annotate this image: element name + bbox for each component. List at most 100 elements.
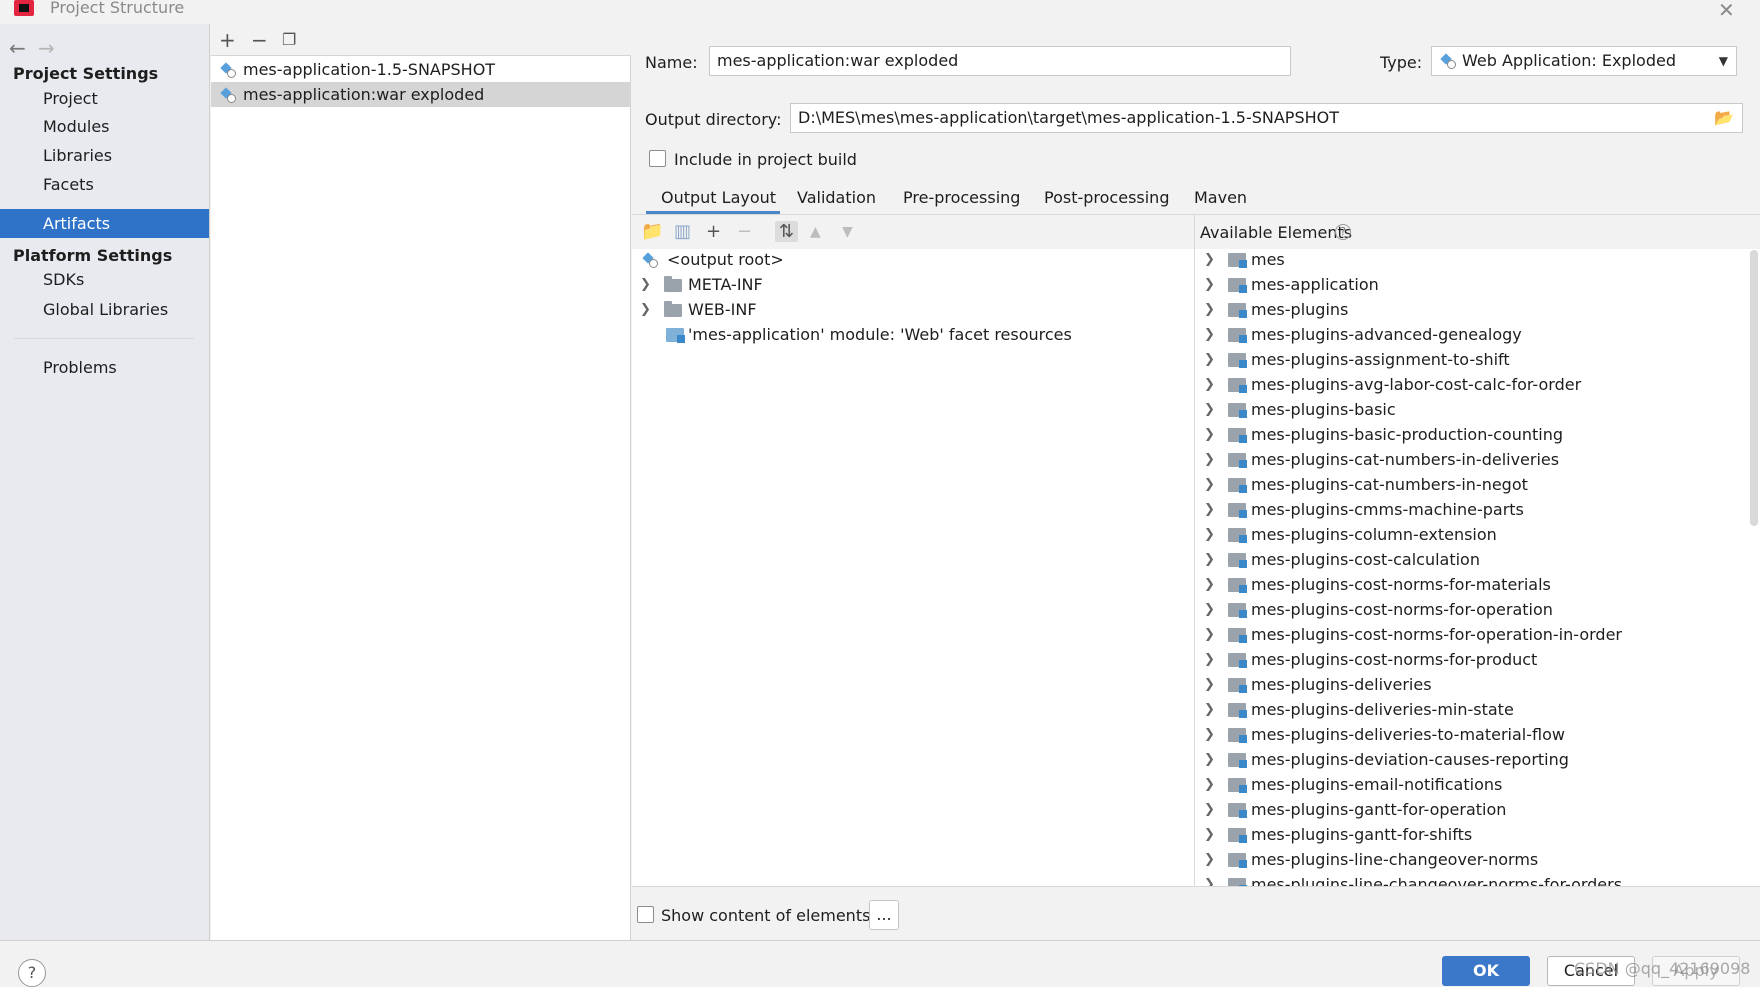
ok-button[interactable]: OK [1442,956,1530,986]
tab-pre-processing[interactable]: Pre-processing [903,188,1020,207]
artifact-item-selected[interactable]: mes-application:war exploded [211,82,631,107]
add-icon[interactable]: + [219,28,236,52]
tab-maven[interactable]: Maven [1194,188,1247,207]
chevron-right-icon[interactable]: ❯ [1204,622,1215,647]
chevron-right-icon[interactable]: ❯ [1204,672,1215,697]
chevron-right-icon[interactable]: ❯ [1204,372,1215,397]
chevron-right-icon[interactable]: ❯ [1204,447,1215,472]
chevron-right-icon[interactable]: ❯ [1204,497,1215,522]
chevron-right-icon[interactable]: ❯ [640,272,651,297]
chevron-right-icon[interactable]: ❯ [640,297,651,322]
tree-row-output-root[interactable]: <output root> [640,247,784,272]
chevron-right-icon[interactable]: ❯ [1204,422,1215,447]
available-element-row[interactable]: ❯ mes-plugins-cat-numbers-in-deliveries [1195,447,1745,472]
chevron-right-icon[interactable]: ❯ [1204,847,1215,872]
available-element-row[interactable]: ❯ mes-plugins-basic [1195,397,1745,422]
tree-row-facet-resources[interactable]: 'mes-application' module: 'Web' facet re… [640,322,1072,347]
nav-item-sdks[interactable]: SDKs [0,265,209,294]
available-element-row[interactable]: ❯ mes-plugins [1195,297,1745,322]
show-content-checkbox[interactable] [637,906,654,923]
nav-item-global-libraries[interactable]: Global Libraries [0,295,209,324]
remove-element-icon[interactable]: − [737,221,752,242]
tree-row-web-inf[interactable]: ❯ WEB-INF [640,297,757,322]
name-input[interactable]: mes-application:war exploded [709,46,1291,76]
chevron-right-icon[interactable]: ❯ [1204,572,1215,597]
move-down-icon[interactable]: ▼ [842,224,853,240]
help-icon[interactable]: ? [1335,224,1351,240]
help-button[interactable]: ? [18,959,46,987]
available-element-row[interactable]: ❯ mes-plugins-email-notifications [1195,772,1745,797]
tab-output-layout[interactable]: Output Layout [661,188,776,207]
chevron-right-icon[interactable]: ❯ [1204,697,1215,722]
available-element-row[interactable]: ❯ mes-plugins-cost-norms-for-product [1195,647,1745,672]
available-element-row[interactable]: ❯ mes-plugins-cost-norms-for-operation-in… [1195,622,1745,647]
chevron-right-icon[interactable]: ❯ [1204,647,1215,672]
nav-item-project[interactable]: Project [0,84,209,113]
chevron-right-icon[interactable]: ❯ [1204,722,1215,747]
available-element-row[interactable]: ❯ mes-plugins-assignment-to-shift [1195,347,1745,372]
available-element-label: mes-plugins-deviation-causes-reporting [1251,750,1569,769]
available-element-label: mes-plugins-column-extension [1251,525,1497,544]
available-element-row[interactable]: ❯ mes-plugins-deliveries-to-material-flow [1195,722,1745,747]
available-element-row[interactable]: ❯ mes-plugins-cat-numbers-in-negot [1195,472,1745,497]
chevron-right-icon[interactable]: ❯ [1204,597,1215,622]
remove-icon[interactable]: − [251,28,268,52]
chevron-right-icon[interactable]: ❯ [1204,397,1215,422]
chevron-right-icon[interactable]: ❯ [1204,272,1215,297]
chevron-right-icon[interactable]: ❯ [1204,522,1215,547]
scrollbar-thumb[interactable] [1750,250,1758,526]
nav-item-libraries[interactable]: Libraries [0,141,209,170]
chevron-right-icon[interactable]: ❯ [1204,772,1215,797]
close-icon[interactable]: ✕ [1718,0,1735,22]
available-element-row[interactable]: ❯ mes-plugins-advanced-genealogy [1195,322,1745,347]
type-select[interactable]: Web Application: Exploded ▼ [1431,46,1737,76]
artifact-item[interactable]: mes-application-1.5-SNAPSHOT [211,57,631,82]
chevron-right-icon[interactable]: ❯ [1204,797,1215,822]
add-copy-of-icon[interactable]: + [706,221,721,242]
available-element-row[interactable]: ❯ mes-plugins-avg-labor-cost-calc-for-ord… [1195,372,1745,397]
nav-item-modules[interactable]: Modules [0,112,209,141]
nav-item-problems[interactable]: Problems [0,353,209,382]
available-element-row[interactable]: ❯ mes-plugins-gantt-for-operation [1195,797,1745,822]
nav-item-artifacts[interactable]: Artifacts [0,209,209,238]
browse-folder-icon[interactable]: 📂 [1714,104,1734,132]
tab-validation[interactable]: Validation [797,188,876,207]
forward-arrow-icon[interactable]: → [38,36,55,60]
chevron-right-icon[interactable]: ❯ [1204,322,1215,347]
move-up-icon[interactable]: ▲ [810,224,821,240]
available-element-row[interactable]: ❯ mes-plugins-line-changeover-norms [1195,847,1745,872]
available-element-row[interactable]: ❯ mes-plugins-gantt-for-shifts [1195,822,1745,847]
chevron-right-icon[interactable]: ❯ [1204,872,1215,887]
available-element-row[interactable]: ❯ mes-plugins-column-extension [1195,522,1745,547]
tree-row-meta-inf[interactable]: ❯ META-INF [640,272,763,297]
output-directory-input[interactable]: D:\MES\mes\mes-application\target\mes-ap… [790,103,1743,133]
available-element-row[interactable]: ❯ mes-plugins-deviation-causes-reporting [1195,747,1745,772]
copy-icon[interactable]: ❐ [282,30,296,49]
chevron-right-icon[interactable]: ❯ [1204,347,1215,372]
sort-elements-icon[interactable]: ⇅ [775,221,799,242]
tab-post-processing[interactable]: Post-processing [1044,188,1169,207]
available-element-row[interactable]: ❯ mes-plugins-cost-norms-for-materials [1195,572,1745,597]
available-element-row[interactable]: ❯ mes-plugins-line-changeover-norms-for-o… [1195,872,1745,887]
available-element-row[interactable]: ❯ mes-plugins-basic-production-counting [1195,422,1745,447]
available-element-row[interactable]: ❯ mes [1195,249,1745,272]
back-arrow-icon[interactable]: ← [9,36,26,60]
chevron-right-icon[interactable]: ❯ [1204,472,1215,497]
chevron-right-icon[interactable]: ❯ [1204,249,1215,272]
more-button[interactable]: ... [869,900,899,930]
available-element-row[interactable]: ❯ mes-plugins-deliveries-min-state [1195,697,1745,722]
available-element-row[interactable]: ❯ mes-plugins-cmms-machine-parts [1195,497,1745,522]
chevron-right-icon[interactable]: ❯ [1204,822,1215,847]
available-element-row[interactable]: ❯ mes-plugins-deliveries [1195,672,1745,697]
create-archive-icon[interactable]: ▥ [674,221,691,242]
available-element-label: mes-plugins-deliveries [1251,675,1432,694]
available-element-row[interactable]: ❯ mes-plugins-cost-calculation [1195,547,1745,572]
chevron-right-icon[interactable]: ❯ [1204,547,1215,572]
chevron-right-icon[interactable]: ❯ [1204,297,1215,322]
nav-item-facets[interactable]: Facets [0,170,209,199]
available-element-row[interactable]: ❯ mes-application [1195,272,1745,297]
new-directory-icon[interactable]: 📁 [641,221,663,242]
available-element-row[interactable]: ❯ mes-plugins-cost-norms-for-operation [1195,597,1745,622]
include-in-build-checkbox[interactable] [649,150,666,167]
chevron-right-icon[interactable]: ❯ [1204,747,1215,772]
